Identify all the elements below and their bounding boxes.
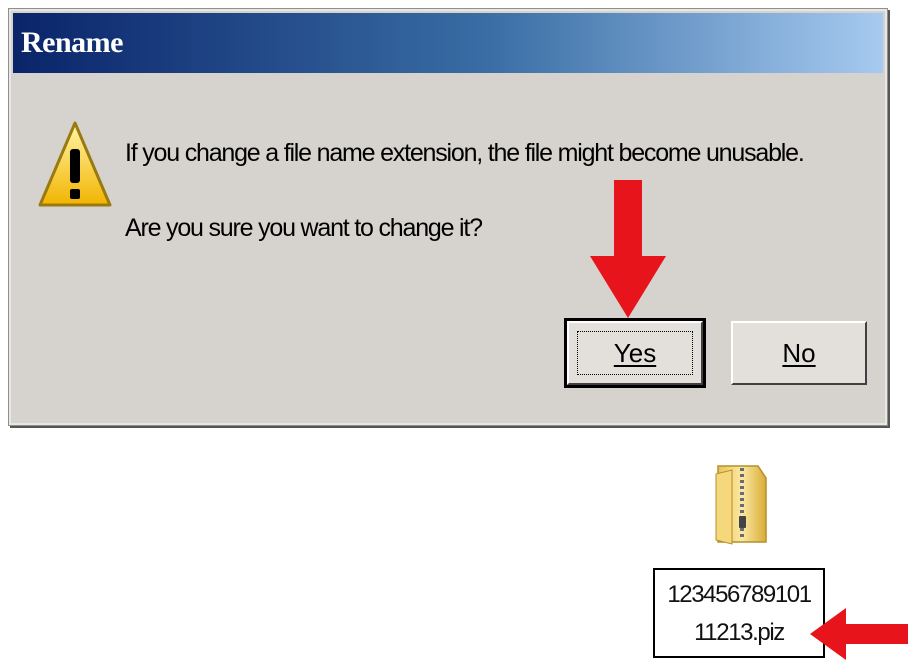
red-arrow-down-icon bbox=[590, 180, 666, 318]
warning-message: If you change a file name extension, the… bbox=[125, 139, 805, 167]
rename-dialog: Rename If you change a file name extensi… bbox=[8, 8, 888, 426]
focus-rectangle bbox=[577, 331, 693, 375]
warning-icon bbox=[38, 121, 112, 207]
yes-button[interactable]: Yes bbox=[564, 318, 706, 388]
no-button-label: No bbox=[782, 337, 816, 368]
file-name-label[interactable]: 123456789101 11213.piz bbox=[653, 568, 825, 658]
red-arrow-left-icon bbox=[810, 608, 908, 660]
confirm-question: Are you sure you want to change it? bbox=[125, 214, 483, 242]
dialog-titlebar[interactable]: Rename bbox=[13, 13, 883, 73]
dialog-title: Rename bbox=[21, 26, 123, 59]
zip-folder-icon[interactable] bbox=[710, 460, 770, 546]
file-name-line2: 11213.piz bbox=[694, 619, 785, 646]
file-name-line1: 123456789101 bbox=[667, 581, 812, 608]
no-button[interactable]: No bbox=[731, 321, 867, 385]
